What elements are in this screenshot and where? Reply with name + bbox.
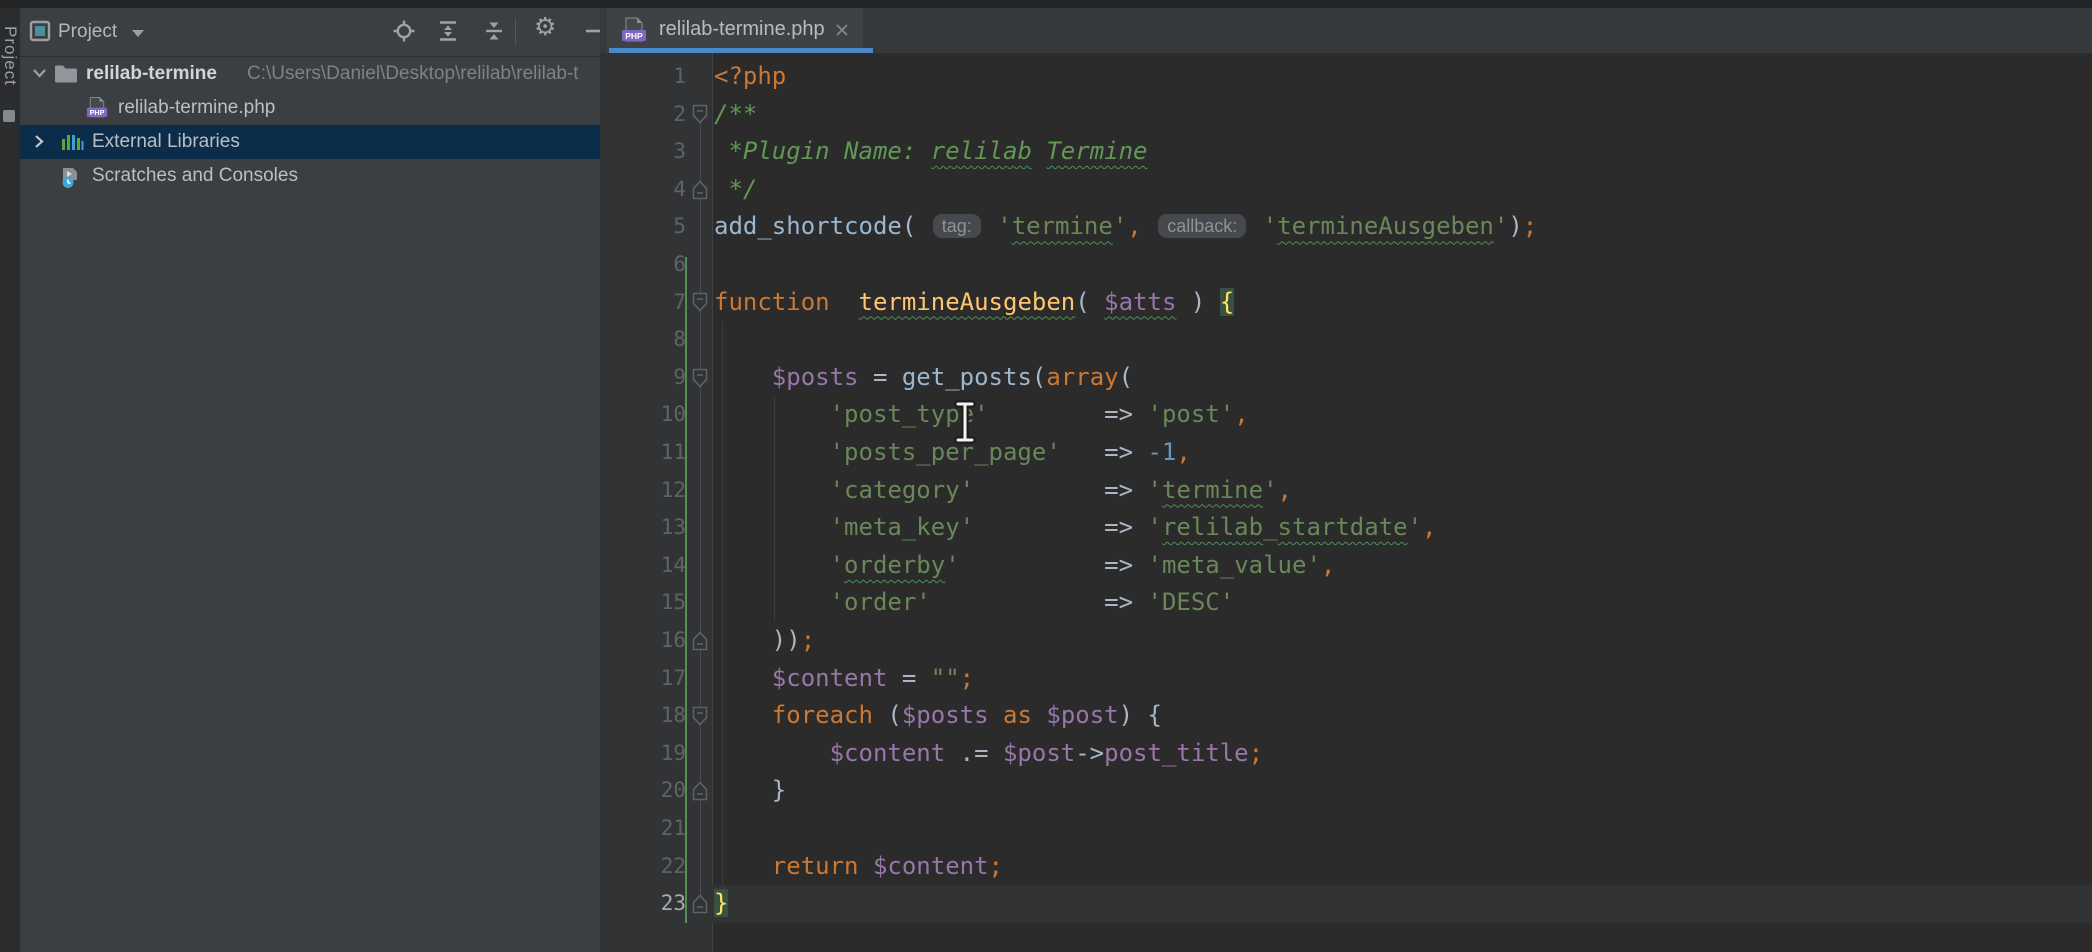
project-panel-header: Project [20, 8, 600, 57]
expand-all-icon[interactable] [437, 20, 459, 42]
fold-region-end-icon[interactable] [692, 781, 708, 801]
tree-item-relilab-termine-php[interactable]: PHP relilab-termine.php [20, 91, 600, 125]
tree-item-label: relilab-termine.php [118, 91, 275, 125]
code-line[interactable]: )); [714, 622, 2092, 660]
line-number[interactable]: 13 [600, 509, 686, 547]
project-tree: relilab-termine C:\Users\Daniel\Desktop\r… [20, 57, 600, 193]
tree-item-external-libraries[interactable]: External Libraries [20, 125, 600, 159]
code-line[interactable]: foreach ($posts as $post) { [714, 697, 2092, 735]
parameter-hint: tag: [933, 214, 981, 238]
parameter-hint: callback: [1158, 214, 1246, 238]
editor-tab-bar: PHP relilab-termine.php [600, 8, 2092, 54]
hide-panel-icon[interactable] [582, 20, 600, 42]
tool-window-stripe: Project [0, 8, 21, 952]
line-number[interactable]: 8 [600, 321, 686, 359]
project-tool-window-icon [29, 20, 51, 47]
fold-region-end-icon[interactable] [692, 180, 708, 200]
code-line[interactable]: add_shortcode( tag: 'termine', callback:… [714, 208, 2092, 246]
line-number[interactable]: 7 [600, 284, 686, 322]
code-line[interactable]: 'meta_key' => 'relilab_startdate', [714, 509, 2092, 547]
code-line[interactable]: /** [714, 96, 2092, 134]
tree-item-label: relilab-termine [86, 57, 217, 91]
line-number[interactable]: 6 [600, 246, 686, 284]
settings-gear-icon[interactable]: ⚙ [534, 14, 556, 40]
code-line[interactable]: */ [714, 171, 2092, 209]
editor-area: PHP relilab-termine.php 1234567891011121… [600, 8, 2092, 952]
line-number[interactable]: 4 [600, 171, 686, 209]
line-number[interactable]: 23 [600, 885, 686, 923]
line-number[interactable]: 19 [600, 735, 686, 773]
toolbar-divider [515, 18, 516, 44]
code-line[interactable]: <?php [714, 58, 2092, 96]
folder-icon [54, 64, 78, 89]
fold-region-start-icon[interactable] [692, 104, 708, 124]
line-number[interactable]: 5 [600, 208, 686, 246]
collapse-all-icon[interactable] [483, 20, 505, 42]
fold-region-end-icon[interactable] [692, 631, 708, 651]
fold-region-start-icon[interactable] [692, 368, 708, 388]
line-number[interactable]: 3 [600, 133, 686, 171]
project-panel: Project [20, 8, 600, 952]
php-file-icon: PHP [621, 17, 647, 49]
line-number[interactable]: 10 [600, 396, 686, 434]
line-number[interactable]: 2 [600, 96, 686, 134]
fold-region-start-icon[interactable] [692, 292, 708, 312]
code-line[interactable]: *Plugin Name: relilab Termine [714, 133, 2092, 171]
chevron-right-icon[interactable] [30, 132, 49, 156]
code-line[interactable]: 'posts_per_page' => -1, [714, 434, 2092, 472]
code-line[interactable]: } [714, 772, 2092, 810]
chevron-down-icon[interactable] [30, 64, 49, 88]
tree-item-label: External Libraries [92, 125, 240, 159]
code-line[interactable]: return $content; [714, 848, 2092, 886]
code-line[interactable]: $content = ""; [714, 660, 2092, 698]
tree-item-path: C:\Users\Daniel\Desktop\relilab\relilab-… [247, 57, 579, 91]
tree-item-scratches-and-consoles[interactable]: Scratches and Consoles [20, 159, 600, 193]
project-stripe-button[interactable]: Project [0, 26, 20, 86]
line-number[interactable]: 12 [600, 472, 686, 510]
locate-icon[interactable] [393, 20, 415, 42]
line-number[interactable]: 22 [600, 848, 686, 886]
editor-body[interactable]: 1234567891011121314151617181920212223 <?… [600, 53, 2092, 952]
project-panel-title[interactable]: Project [58, 21, 117, 43]
code-line[interactable]: 'category' => 'termine', [714, 472, 2092, 510]
code-line[interactable]: 'order' => 'DESC' [714, 584, 2092, 622]
phpstorm-window: Project Project [0, 0, 2092, 952]
tree-item-label: Scratches and Consoles [92, 159, 298, 193]
scratches-icon [60, 166, 82, 193]
tab-title: relilab-termine.php [659, 18, 825, 41]
line-number[interactable]: 1 [600, 58, 686, 96]
editor-tab-relilab-termine[interactable]: PHP relilab-termine.php [607, 8, 863, 53]
ibeam-mouse-cursor [952, 399, 978, 450]
code-line[interactable]: 'orderby' => 'meta_value', [714, 547, 2092, 585]
close-icon[interactable] [833, 21, 851, 39]
line-number[interactable]: 16 [600, 622, 686, 660]
line-number[interactable]: 18 [600, 697, 686, 735]
line-number[interactable]: 11 [600, 434, 686, 472]
line-number[interactable]: 20 [600, 772, 686, 810]
code-line[interactable]: $content .= $post->post_title; [714, 735, 2092, 773]
line-number[interactable]: 14 [600, 547, 686, 585]
line-number[interactable]: 9 [600, 359, 686, 397]
php-file-icon: PHP [86, 96, 108, 125]
tool-window-mini-icon[interactable] [3, 110, 15, 122]
code-line[interactable]: } [714, 885, 2092, 923]
chevron-down-icon[interactable] [132, 30, 144, 37]
svg-text:PHP: PHP [625, 31, 643, 41]
line-number[interactable]: 15 [600, 584, 686, 622]
code-line[interactable]: 'post_type' => 'post', [714, 396, 2092, 434]
fold-region-start-icon[interactable] [692, 706, 708, 726]
fold-region-end-icon[interactable] [692, 894, 708, 914]
external-libraries-icon [60, 132, 84, 159]
window-top-strip [0, 0, 2092, 8]
svg-text:PHP: PHP [90, 108, 105, 117]
line-number[interactable]: 21 [600, 810, 686, 848]
code-line[interactable]: function termineAusgeben( $atts ) { [714, 284, 2092, 322]
line-number[interactable]: 17 [600, 660, 686, 698]
tree-item-relilab-termine[interactable]: relilab-termine C:\Users\Daniel\Desktop\r… [20, 57, 600, 91]
code-line[interactable]: $posts = get_posts(array( [714, 359, 2092, 397]
